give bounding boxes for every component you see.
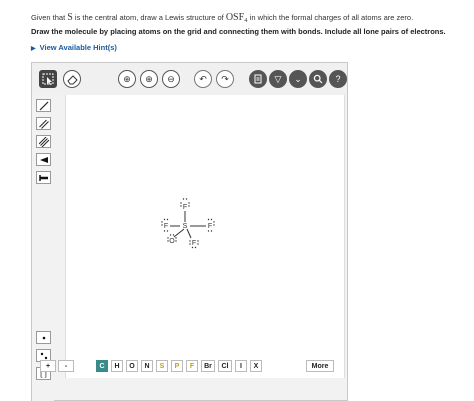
element-h-button[interactable]: H <box>111 360 123 372</box>
eraser-icon[interactable] <box>63 70 81 88</box>
search-icon[interactable] <box>309 70 327 88</box>
document-icon[interactable] <box>249 70 267 88</box>
element-br-button[interactable]: Br <box>201 360 215 372</box>
element-n-button[interactable]: N <box>141 360 153 372</box>
caret-right-icon: ▶ <box>31 46 36 52</box>
help-icon[interactable]: ? <box>329 70 347 88</box>
more-elements-button[interactable]: More <box>306 360 334 372</box>
drawing-editor: ⊕ ⊕ ⊖ ↶ ↷ ▽ ⌄ ? [] F F F F O S + - C H … <box>31 62 348 401</box>
question-text: Given that S is the central atom, draw a… <box>31 12 414 23</box>
atom-s: S <box>183 223 188 230</box>
atom-f-top: F <box>183 204 187 211</box>
element-o-button[interactable]: O <box>126 360 138 372</box>
element-i-button[interactable]: I <box>235 360 247 372</box>
element-cl-button[interactable]: Cl <box>218 360 232 372</box>
element-bar: + - C H O N S P F Br Cl I X More <box>32 356 347 386</box>
charge-minus-button[interactable]: - <box>58 360 74 372</box>
single-bond-icon[interactable] <box>36 99 51 112</box>
element-f-button[interactable]: F <box>186 360 198 372</box>
undo-icon[interactable]: ↶ <box>194 70 212 88</box>
lone-pair-icon[interactable] <box>36 331 51 344</box>
element-p-button[interactable]: P <box>171 360 183 372</box>
atom-f-left: F <box>164 223 168 230</box>
wedge-bond-icon[interactable] <box>36 153 51 166</box>
element-s-button[interactable]: S <box>156 360 168 372</box>
instruction-text: Draw the molecule by placing atoms on th… <box>31 27 446 36</box>
atom-f-bottom: F <box>192 240 196 247</box>
zoom-out-icon[interactable]: ⊖ <box>162 70 180 88</box>
atom-f-right: F <box>208 223 212 230</box>
editor-toolbar: ⊕ ⊕ ⊖ ↶ ↷ ▽ ⌄ ? <box>32 63 347 95</box>
view-hints-link[interactable]: ▶ View Available Hint(s) <box>31 43 117 52</box>
molecule-drawing: F F F F O S <box>161 198 215 249</box>
element-x-button[interactable]: X <box>250 360 262 372</box>
element-c-button[interactable]: C <box>96 360 108 372</box>
zoom-in-icon[interactable]: ⊕ <box>118 70 136 88</box>
zoom-reset-icon[interactable]: ⊕ <box>140 70 158 88</box>
atom-o: O <box>169 238 175 245</box>
double-bond-icon[interactable] <box>36 117 51 130</box>
redo-icon[interactable]: ↷ <box>216 70 234 88</box>
chevron-down-icon[interactable]: ⌄ <box>289 70 307 88</box>
select-tool-icon[interactable] <box>39 70 57 88</box>
filter-icon[interactable]: ▽ <box>269 70 287 88</box>
triple-bond-icon[interactable] <box>36 135 51 148</box>
charge-plus-button[interactable]: + <box>40 360 56 372</box>
bonds <box>170 211 206 239</box>
drawing-canvas[interactable]: F F F F O S <box>65 95 345 378</box>
dash-bond-icon[interactable] <box>36 171 51 184</box>
